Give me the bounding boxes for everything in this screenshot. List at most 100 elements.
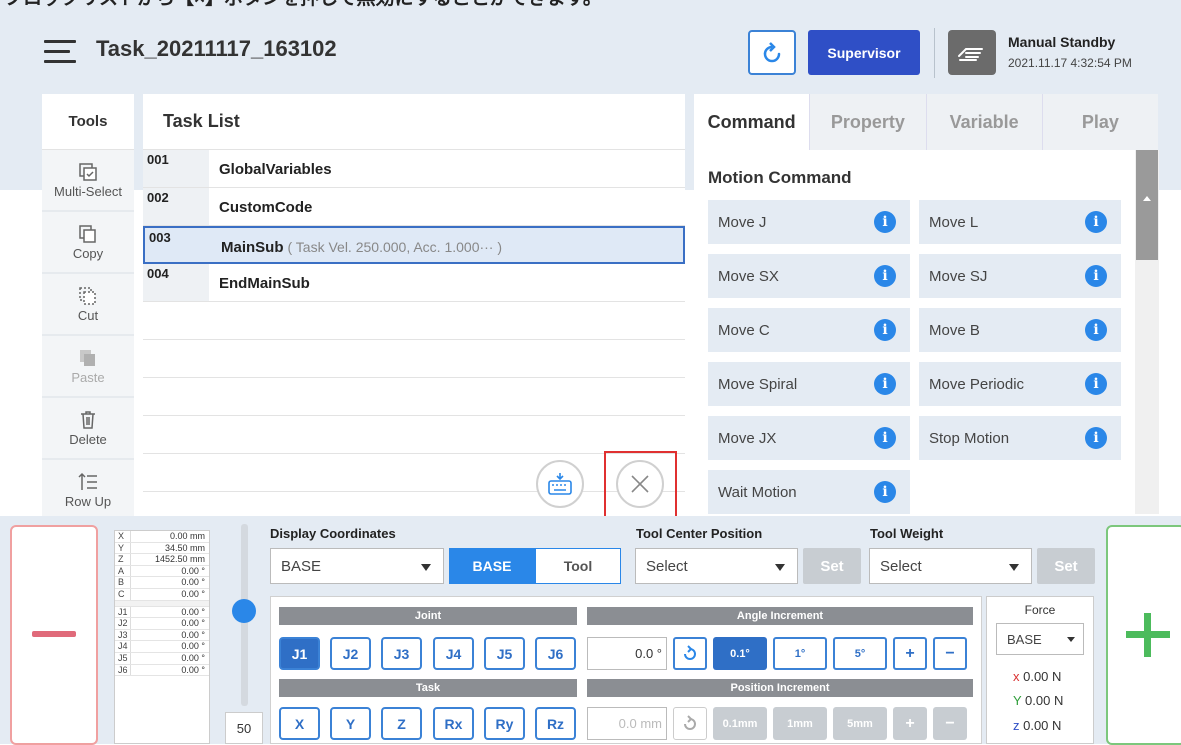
app-header: Task_20211117_163102 Supervisor Manual S… [0, 10, 1181, 90]
scroll-up-icon [1143, 196, 1151, 201]
coord-row: B 0.00 ° [115, 577, 209, 589]
cmd-move-periodic[interactable]: Move Periodic i [919, 362, 1121, 406]
info-icon[interactable]: i [1085, 427, 1107, 449]
scrollbar-thumb[interactable] [1136, 150, 1158, 260]
select-value: BASE [281, 557, 322, 575]
info-icon[interactable]: i [1085, 211, 1107, 233]
row-number: 004 [143, 264, 209, 301]
info-icon[interactable]: i [1085, 373, 1107, 395]
supervisor-button[interactable]: Supervisor [808, 30, 920, 75]
jog-j2-button[interactable]: J2 [330, 637, 371, 670]
tab-property[interactable]: Property [809, 94, 926, 150]
jog-rz-button[interactable]: Rz [535, 707, 576, 740]
tcp-set-button[interactable]: Set [803, 548, 861, 584]
paste-button[interactable]: Paste [42, 336, 134, 398]
display-coords-select[interactable]: BASE [270, 548, 444, 584]
angle-step-5-button[interactable]: 5° [833, 637, 887, 670]
angle-step-0-1-button[interactable]: 0.1° [713, 637, 767, 670]
task-list-title: Task List [143, 94, 685, 150]
coord-base-button[interactable]: BASE [449, 548, 535, 584]
hand-icon [958, 47, 983, 61]
angle-reset-button[interactable] [673, 637, 707, 670]
jog-j4-button[interactable]: J4 [433, 637, 474, 670]
cmd-stop-motion[interactable]: Stop Motion i [919, 416, 1121, 460]
position-reset-button[interactable] [673, 707, 707, 740]
command-scrollbar[interactable] [1135, 150, 1159, 514]
angle-step-1-button[interactable]: 1° [773, 637, 827, 670]
info-icon[interactable]: i [874, 319, 896, 341]
info-icon[interactable]: i [874, 481, 896, 503]
pos-step-0-1-button[interactable]: 0.1mm [713, 707, 767, 740]
tcp-select[interactable]: Select [635, 548, 798, 584]
info-icon[interactable]: i [874, 265, 896, 287]
jog-j5-button[interactable]: J5 [484, 637, 525, 670]
tab-variable[interactable]: Variable [925, 94, 1042, 150]
force-x: x 0.00 N [1013, 669, 1062, 684]
jog-x-button[interactable]: X [279, 707, 320, 740]
task-row-selected[interactable]: 003 MainSub( Task Vel. 250.000, Acc. 1.0… [143, 226, 685, 264]
cmd-move-sx[interactable]: Move SX i [708, 254, 910, 298]
cmd-move-c[interactable]: Move C i [708, 308, 910, 352]
copy-button[interactable]: Copy [42, 212, 134, 274]
tab-command[interactable]: Command [694, 94, 810, 150]
speed-value[interactable]: 50 [225, 712, 263, 744]
panel-tabs: Command Property Variable Play [694, 94, 1158, 150]
angle-increment-input[interactable]: 0.0 ° [587, 637, 667, 670]
multi-select-button[interactable]: Multi-Select [42, 150, 134, 212]
info-icon[interactable]: i [1085, 265, 1107, 287]
cmd-move-spiral[interactable]: Move Spiral i [708, 362, 910, 406]
task-row[interactable]: 004 EndMainSub [143, 264, 685, 302]
delete-button[interactable]: Delete [42, 398, 134, 460]
coord-tool-button[interactable]: Tool [535, 548, 621, 584]
cmd-move-b[interactable]: Move B i [919, 308, 1121, 352]
power-cycle-icon [763, 41, 781, 62]
jog-ry-button[interactable]: Ry [484, 707, 525, 740]
copy-label: Copy [72, 245, 104, 261]
jog-plus-button[interactable] [1106, 525, 1181, 745]
cut-button[interactable]: Cut [42, 274, 134, 336]
task-row[interactable]: 001 GlobalVariables [143, 150, 685, 188]
force-panel: Force BASE x 0.00 N Y 0.00 N z 0.00 N [986, 596, 1094, 744]
multi-select-icon [79, 162, 97, 181]
pos-step-1-button[interactable]: 1mm [773, 707, 827, 740]
jog-minus-button[interactable] [10, 525, 98, 745]
keyboard-button[interactable] [536, 460, 584, 508]
jog-z-button[interactable]: Z [381, 707, 422, 740]
jog-j1-button[interactable]: J1 [279, 637, 320, 670]
trash-icon [81, 410, 95, 429]
speed-slider-knob[interactable] [232, 599, 256, 623]
info-icon[interactable]: i [874, 427, 896, 449]
jog-rx-button[interactable]: Rx [433, 707, 474, 740]
pos-plus-button[interactable]: + [893, 707, 927, 740]
tool-weight-select[interactable]: Select [869, 548, 1032, 584]
servo-power-button[interactable] [748, 30, 796, 75]
cmd-move-sj[interactable]: Move SJ i [919, 254, 1121, 298]
info-icon[interactable]: i [874, 211, 896, 233]
menu-icon[interactable] [44, 40, 76, 64]
position-increment-input[interactable]: 0.0 mm [587, 707, 667, 740]
info-icon[interactable]: i [1085, 319, 1107, 341]
angle-minus-button[interactable]: − [933, 637, 967, 670]
pos-minus-button[interactable]: − [933, 707, 967, 740]
angle-plus-button[interactable]: + [893, 637, 927, 670]
tab-play[interactable]: Play [1041, 94, 1158, 150]
row-up-button[interactable]: Row Up [42, 460, 134, 522]
tool-weight-set-button[interactable]: Set [1037, 548, 1095, 584]
cmd-move-j[interactable]: Move J i [708, 200, 910, 244]
task-title: Task_20211117_163102 [96, 36, 337, 61]
jog-y-button[interactable]: Y [330, 707, 371, 740]
task-row[interactable]: 002 CustomCode [143, 188, 685, 226]
cmd-move-l[interactable]: Move L i [919, 200, 1121, 244]
empty-row [143, 340, 685, 378]
cmd-move-jx[interactable]: Move JX i [708, 416, 910, 460]
jog-j3-button[interactable]: J3 [381, 637, 422, 670]
info-icon[interactable]: i [874, 373, 896, 395]
tools-title: Tools [42, 94, 134, 150]
cmd-wait-motion[interactable]: Wait Motion i [708, 470, 910, 514]
manual-mode-button[interactable] [948, 30, 996, 75]
force-frame-select[interactable]: BASE [996, 623, 1084, 655]
pos-step-5-button[interactable]: 5mm [833, 707, 887, 740]
coord-row: X 0.00 mm [115, 531, 209, 543]
task-header: Task [279, 679, 577, 697]
jog-j6-button[interactable]: J6 [535, 637, 576, 670]
